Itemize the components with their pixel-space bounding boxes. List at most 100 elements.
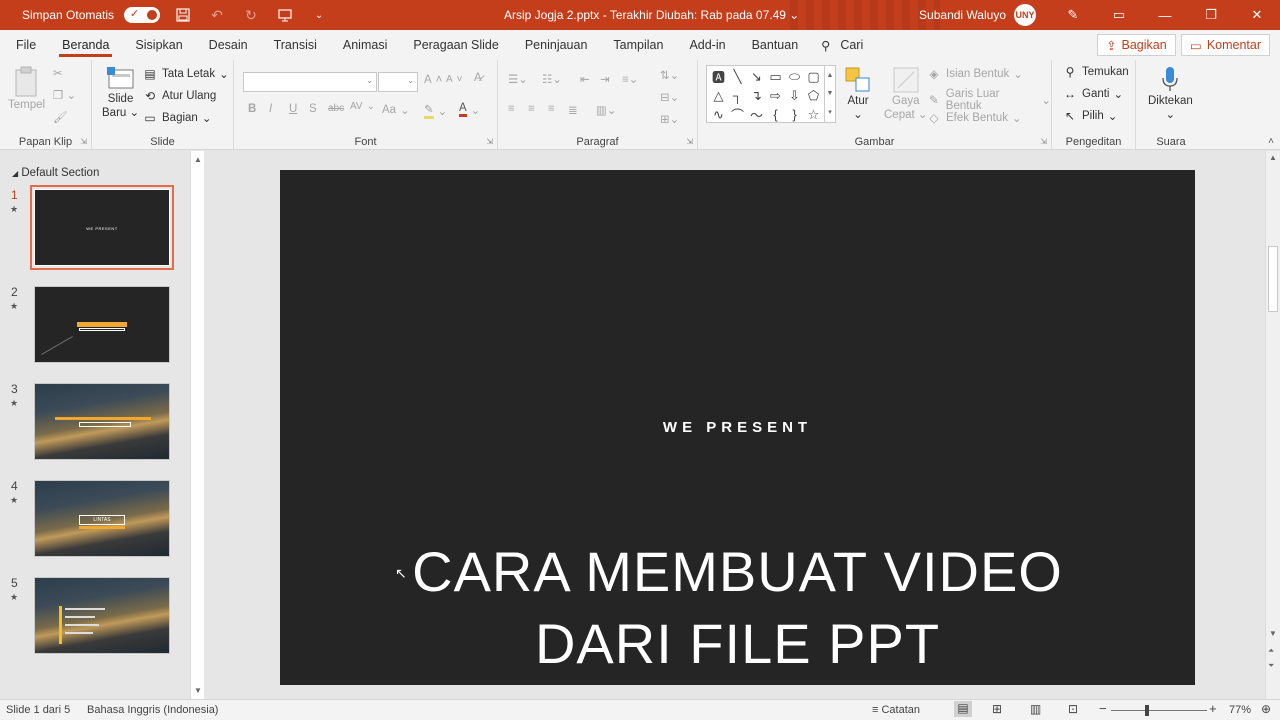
arrow-line-shape-icon[interactable]: ↘ — [747, 67, 766, 86]
oval-shape-icon[interactable]: ⬭ — [785, 67, 804, 86]
line-shape-icon[interactable]: ╲ — [728, 67, 747, 86]
slide-subtitle[interactable]: WE PRESENT — [280, 419, 1195, 436]
dialog-launcher-icon[interactable]: ⇲ — [80, 137, 87, 146]
elbow-arrow-icon[interactable]: ↴ — [747, 86, 766, 105]
close-button[interactable]: ✕ — [1234, 0, 1280, 30]
tab-add-in[interactable]: Add-in — [676, 30, 738, 60]
tab-bantuan[interactable]: Bantuan — [739, 30, 812, 60]
align-center-icon[interactable]: ≡ — [528, 103, 535, 115]
line-spacing-icon[interactable]: ≡⌄ — [622, 72, 638, 86]
shadow-icon[interactable]: S — [309, 103, 317, 115]
section-button[interactable]: ▭ Bagian ⌄ — [142, 110, 211, 126]
slide-thumbnail-row[interactable]: 3 ★ — [0, 382, 190, 463]
restore-button[interactable]: ❐ — [1188, 0, 1234, 30]
slide-thumbnail-row[interactable]: 5 ★ — [0, 576, 190, 657]
language-indicator[interactable]: Bahasa Inggris (Indonesia) — [87, 704, 218, 716]
font-size-combo[interactable]: ⌄ — [378, 72, 418, 92]
next-slide-icon[interactable]: ⏷ — [1268, 661, 1274, 671]
slideshow-icon[interactable]: ⊡ — [1068, 702, 1078, 716]
decrease-indent-icon[interactable]: ⇤ — [580, 72, 590, 86]
pen-icon[interactable]: ✎ — [1050, 0, 1096, 30]
new-slide-button[interactable]: Slide Baru ⌄ — [102, 66, 139, 120]
align-left-icon[interactable]: ≡ — [508, 103, 515, 115]
scroll-down-icon[interactable]: ▼ — [1269, 629, 1277, 638]
minimize-button[interactable]: — — [1142, 0, 1188, 30]
slide-thumbnail-row[interactable]: 4 ★ LINTAS — [0, 479, 190, 560]
tab-sisipkan[interactable]: Sisipkan — [122, 30, 195, 60]
highlight-icon[interactable]: ✎ ⌄ — [424, 102, 447, 119]
underline-icon[interactable]: U — [289, 103, 297, 115]
slide-title[interactable]: CARA MEMBUAT VIDEO DARI FILE PPT — [280, 536, 1195, 680]
canvas-scrollbar[interactable]: ▲ ▼ ⏶ ⏷ — [1265, 151, 1280, 699]
elbow-connector-icon[interactable]: ┐ — [728, 86, 747, 105]
dialog-launcher-icon[interactable]: ⇲ — [1040, 137, 1047, 146]
tab-animasi[interactable]: Animasi — [330, 30, 400, 60]
user-name[interactable]: Subandi Waluyo — [919, 8, 1006, 22]
slide-thumbnail-row[interactable]: 2 ★ — [0, 285, 190, 366]
slide-thumbnail[interactable] — [34, 383, 170, 460]
increase-indent-icon[interactable]: ⇥ — [600, 72, 610, 86]
tab-peninjauan[interactable]: Peninjauan — [512, 30, 601, 60]
reset-button[interactable]: ⟲ Atur Ulang — [142, 88, 216, 104]
scroll-up-icon[interactable]: ▲ — [194, 155, 202, 164]
justify-icon[interactable]: ≣ — [568, 103, 578, 117]
bold-icon[interactable]: B — [248, 103, 256, 115]
slide[interactable]: WE PRESENT CARA MEMBUAT VIDEO DARI FILE … — [280, 170, 1195, 685]
char-spacing-icon[interactable]: AV ⌄ — [350, 101, 375, 112]
down-arrow-shape-icon[interactable]: ⇩ — [785, 86, 804, 105]
tab-transisi[interactable]: Transisi — [261, 30, 330, 60]
gallery-scroll[interactable]: ▲ ▼ ▾ — [824, 66, 835, 122]
ribbon-display-icon[interactable]: ▭ — [1096, 0, 1142, 30]
dialog-launcher-icon[interactable]: ⇲ — [686, 137, 693, 146]
fit-to-window-icon[interactable]: ⊕ — [1261, 702, 1271, 716]
shape-fill-button[interactable]: ◈ Isian Bentuk ⌄ — [926, 66, 1023, 82]
arc-shape-icon[interactable]: ⌒ — [728, 105, 747, 124]
layout-button[interactable]: ▤ Tata Letak ⌄ — [142, 66, 228, 82]
select-button[interactable]: ↖ Pilih ⌄ — [1062, 108, 1117, 124]
comment-button[interactable]: ▭ Komentar — [1181, 34, 1271, 56]
scroll-thumb[interactable] — [1268, 246, 1278, 312]
numbering-icon[interactable]: ☷⌄ — [542, 72, 562, 86]
tab-file[interactable]: File — [0, 30, 49, 60]
shrink-font-icon[interactable]: A ˅ — [446, 74, 463, 85]
tab-desain[interactable]: Desain — [196, 30, 261, 60]
shape-effects-button[interactable]: ◇ Efek Bentuk ⌄ — [926, 110, 1021, 126]
slide-thumbnail[interactable]: WE PRESENT — [30, 185, 174, 270]
tab-beranda[interactable]: Beranda — [49, 30, 122, 60]
tab-peragaan-slide[interactable]: Peragaan Slide — [400, 30, 511, 60]
left-brace-shape-icon[interactable]: { — [766, 105, 785, 124]
section-header[interactable]: ◢ Default Section — [12, 167, 99, 179]
scroll-down-icon[interactable]: ▼ — [194, 686, 202, 695]
cut-icon[interactable]: ✂ — [53, 66, 63, 80]
right-brace-shape-icon[interactable]: } — [785, 105, 804, 124]
previous-slide-icon[interactable]: ⏶ — [1268, 646, 1274, 656]
slide-thumbnail[interactable] — [34, 286, 170, 363]
undo-icon[interactable]: ↶ — [206, 4, 228, 26]
zoom-out-button[interactable]: − — [1099, 701, 1107, 716]
star-shape-icon[interactable]: ☆ — [804, 105, 823, 124]
shape-outline-button[interactable]: ✎ Garis Luar Bentuk ⌄ — [926, 88, 1051, 112]
slide-thumbnail[interactable]: LINTAS — [34, 480, 170, 557]
pentagon-shape-icon[interactable]: ⬠ — [804, 86, 823, 105]
zoom-in-button[interactable]: + — [1209, 701, 1217, 716]
tab-tampilan[interactable]: Tampilan — [600, 30, 676, 60]
arrange-button[interactable]: Atur ⌄ — [844, 66, 872, 122]
document-title[interactable]: Arsip Jogja 2.pptx - Terakhir Diubah: Ra… — [504, 8, 799, 22]
freeform-shape-icon[interactable]: 〜 — [747, 105, 766, 124]
quick-styles-button[interactable]: Gaya Cepat ⌄ — [884, 66, 928, 122]
slide-thumbnail[interactable] — [34, 577, 170, 654]
find-button[interactable]: ⚲ Temukan — [1062, 64, 1129, 80]
zoom-slider[interactable] — [1111, 710, 1207, 711]
triangle-shape-icon[interactable]: △ — [709, 86, 728, 105]
slide-sorter-icon[interactable]: ⊞ — [992, 702, 1002, 716]
save-icon[interactable] — [172, 4, 194, 26]
dictate-button[interactable]: Diktekan ⌄ — [1148, 66, 1193, 122]
scroll-up-icon[interactable]: ▲ — [1269, 153, 1277, 162]
presentation-icon[interactable] — [274, 4, 296, 26]
zoom-level[interactable]: 77% — [1229, 704, 1251, 716]
avatar[interactable]: UNY — [1014, 4, 1036, 26]
search-box[interactable]: ⚲ Cari — [821, 38, 863, 53]
align-text-icon[interactable]: ⊟⌄ — [660, 90, 679, 104]
italic-icon[interactable]: I — [269, 103, 272, 115]
font-color-icon[interactable]: A ⌄ — [459, 102, 480, 117]
